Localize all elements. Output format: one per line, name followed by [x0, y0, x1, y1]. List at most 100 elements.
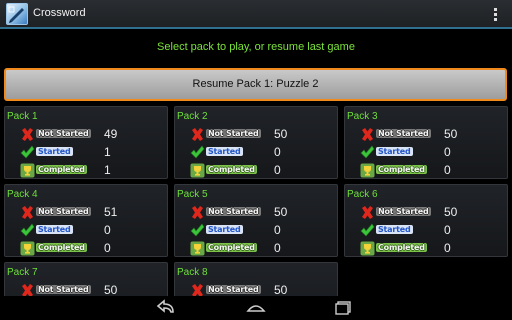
crossword-pen-icon[interactable] — [6, 3, 28, 25]
pack-card-8[interactable]: Pack 8 Not Started 50 — [174, 262, 338, 298]
started-label: Started — [36, 225, 73, 234]
started-count: 0 — [444, 223, 451, 237]
pack-title: Pack 1 — [7, 111, 38, 122]
not-started-count: 50 — [444, 127, 458, 141]
trophy-icon — [20, 163, 35, 178]
pack-card-7[interactable]: Pack 7 Not Started 50 — [4, 262, 168, 298]
pack-title: Pack 4 — [7, 189, 38, 200]
started-count: 0 — [104, 223, 111, 237]
not-started-label: Not Started — [206, 285, 261, 294]
green-check-icon — [190, 223, 205, 237]
completed-row: Completed 0 — [360, 241, 505, 256]
not-started-label: Not Started — [376, 207, 431, 216]
not-started-count: 49 — [104, 127, 118, 141]
not-started-row: Not Started 50 — [360, 205, 505, 220]
red-x-icon — [22, 128, 33, 141]
red-x-icon — [362, 128, 373, 141]
trophy-icon — [190, 163, 205, 178]
not-started-label: Not Started — [206, 207, 261, 216]
not-started-row: Not Started 51 — [20, 205, 165, 220]
trophy-icon — [190, 241, 205, 256]
recent-apps-icon[interactable] — [333, 299, 355, 317]
started-row: Started 0 — [20, 223, 165, 238]
app-title: Crossword — [33, 7, 86, 19]
green-check-icon — [20, 145, 35, 159]
pack-title: Pack 2 — [177, 111, 208, 122]
completed-label: Completed — [36, 243, 87, 252]
trophy-icon — [360, 241, 375, 256]
completed-label: Completed — [376, 165, 427, 174]
not-started-row: Not Started 50 — [190, 205, 335, 220]
completed-row: Completed 0 — [20, 241, 165, 256]
home-icon[interactable] — [245, 299, 267, 317]
not-started-label: Not Started — [376, 129, 431, 138]
not-started-label: Not Started — [206, 129, 261, 138]
red-x-icon — [22, 206, 33, 219]
pack-card-1[interactable]: Pack 1 Not Started 49 Started 1 Complete… — [4, 106, 168, 179]
completed-row: Completed 0 — [190, 163, 335, 178]
pack-title: Pack 7 — [7, 267, 38, 278]
pack-card-2[interactable]: Pack 2 Not Started 50 Started 0 Complete… — [174, 106, 338, 179]
pack-title: Pack 3 — [347, 111, 378, 122]
back-icon[interactable] — [155, 299, 177, 317]
started-row: Started 0 — [190, 145, 335, 160]
not-started-label: Not Started — [36, 285, 91, 294]
not-started-row: Not Started 50 — [190, 127, 335, 142]
green-check-icon — [360, 223, 375, 237]
pack-title: Pack 5 — [177, 189, 208, 200]
started-label: Started — [376, 225, 413, 234]
completed-count: 0 — [444, 241, 451, 255]
pack-card-6[interactable]: Pack 6 Not Started 50 Started 0 Complete… — [344, 184, 508, 257]
pack-card-5[interactable]: Pack 5 Not Started 50 Started 0 Complete… — [174, 184, 338, 257]
green-check-icon — [20, 223, 35, 237]
resume-button[interactable]: Resume Pack 1: Puzzle 2 — [4, 68, 507, 101]
red-x-icon — [362, 206, 373, 219]
completed-row: Completed 0 — [360, 163, 505, 178]
completed-count: 0 — [274, 163, 281, 177]
started-count: 0 — [274, 223, 281, 237]
started-count: 1 — [104, 145, 111, 159]
started-row: Started 0 — [360, 145, 505, 160]
completed-row: Completed 0 — [190, 241, 335, 256]
pack-card-3[interactable]: Pack 3 Not Started 50 Started 0 Complete… — [344, 106, 508, 179]
green-check-icon — [360, 145, 375, 159]
not-started-row: Not Started 49 — [20, 127, 165, 142]
overflow-menu-icon[interactable] — [494, 8, 498, 22]
not-started-count: 50 — [274, 283, 288, 297]
completed-count: 0 — [274, 241, 281, 255]
green-check-icon — [190, 145, 205, 159]
started-label: Started — [206, 225, 243, 234]
started-count: 0 — [444, 145, 451, 159]
completed-label: Completed — [36, 165, 87, 174]
pack-title: Pack 8 — [177, 267, 208, 278]
not-started-count: 50 — [104, 283, 118, 297]
not-started-label: Not Started — [36, 129, 91, 138]
completed-label: Completed — [206, 165, 257, 174]
completed-row: Completed 1 — [20, 163, 165, 178]
action-bar: Crossword — [0, 0, 512, 29]
pack-grid: Pack 1 Not Started 49 Started 1 Complete… — [0, 106, 512, 298]
not-started-row: Not Started 50 — [360, 127, 505, 142]
completed-count: 0 — [104, 241, 111, 255]
pack-title: Pack 6 — [347, 189, 378, 200]
started-row: Started 0 — [190, 223, 335, 238]
completed-count: 0 — [444, 163, 451, 177]
started-count: 0 — [274, 145, 281, 159]
started-label: Started — [376, 147, 413, 156]
red-x-icon — [192, 206, 203, 219]
started-row: Started 1 — [20, 145, 165, 160]
pack-card-4[interactable]: Pack 4 Not Started 51 Started 0 Complete… — [4, 184, 168, 257]
not-started-count: 50 — [274, 127, 288, 141]
not-started-count: 50 — [444, 205, 458, 219]
started-label: Started — [36, 147, 73, 156]
completed-count: 1 — [104, 163, 111, 177]
started-row: Started 0 — [360, 223, 505, 238]
instruction-text: Select pack to play, or resume last game — [157, 41, 355, 53]
started-label: Started — [206, 147, 243, 156]
navigation-bar — [0, 296, 512, 320]
trophy-icon — [20, 241, 35, 256]
not-started-label: Not Started — [36, 207, 91, 216]
not-started-count: 50 — [274, 205, 288, 219]
not-started-count: 51 — [104, 205, 118, 219]
trophy-icon — [360, 163, 375, 178]
